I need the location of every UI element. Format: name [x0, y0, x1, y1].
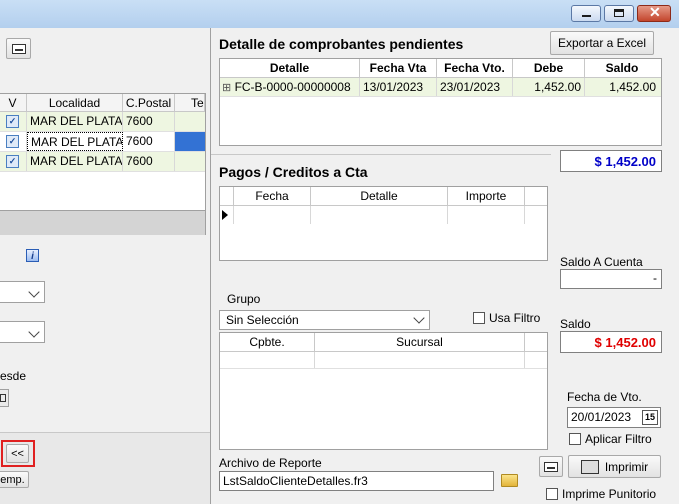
close-icon: ✕ — [649, 4, 661, 20]
chevron-down-icon — [413, 312, 425, 324]
cell-detalle: FC-B-0000-00000008 — [234, 80, 351, 94]
column-header-saldo[interactable]: Saldo — [585, 59, 659, 77]
table-row[interactable]: ⊞ FC-B-0000-00000008 13/01/2023 23/01/20… — [220, 78, 661, 97]
column-header-detalle[interactable]: Detalle — [220, 59, 360, 77]
cell-localidad: MAR DEL PLATA — [27, 152, 123, 171]
cell-cpostal: 7600 — [123, 132, 175, 151]
temp-button[interactable]: emp. — [0, 471, 29, 488]
table-row[interactable]: ✓ MAR DEL PLATA 7600 — [0, 112, 205, 132]
total-pendiente: $ 1,452.00 — [560, 150, 662, 172]
cell-cpostal: 7600 — [123, 112, 175, 131]
aplicar-filtro-checkbox[interactable] — [569, 433, 581, 445]
table-row-selected[interactable]: ✓ MAR DEL PLATA 7600 — [0, 132, 205, 152]
folder-icon[interactable] — [501, 474, 518, 487]
column-header-debe[interactable]: Debe — [513, 59, 585, 77]
payments-grid-header: Fecha Detalle Importe — [220, 187, 547, 206]
column-header-cpbte[interactable]: Cpbte. — [220, 333, 315, 351]
fecha-vto-label: Fecha de Vto. — [567, 390, 642, 404]
column-header-v[interactable]: V — [0, 94, 27, 111]
customers-grid-header: V Localidad C.Postal Te — [0, 94, 205, 112]
right-panel: Detalle de comprobantes pendientes Expor… — [210, 28, 679, 504]
row-indicator-icon — [220, 206, 234, 224]
cell-cpostal: 7600 — [123, 152, 175, 171]
calendar-icon[interactable]: 15 — [642, 410, 658, 425]
chevron-down-icon — [28, 326, 40, 338]
column-header-fecha-vto[interactable]: Fecha Vto. — [437, 59, 513, 77]
horizontal-scrollbar[interactable] — [0, 210, 205, 235]
aplicar-filtro-label: Aplicar Filtro — [585, 432, 652, 446]
grupo-select[interactable]: Sin Selección — [219, 310, 430, 330]
cell-fecha-vto: 23/01/2023 — [437, 78, 513, 96]
saldo-label: Saldo — [560, 317, 591, 331]
usa-filtro-checkbox[interactable] — [473, 312, 485, 324]
date-calendar-button[interactable] — [0, 389, 9, 407]
filter-combo-2[interactable] — [0, 321, 45, 343]
details-grid-header: Detalle Fecha Vta Fecha Vto. Debe Saldo — [220, 59, 661, 78]
payments-grid: Fecha Detalle Importe — [219, 186, 548, 261]
comprobantes-grid-header: Cpbte. Sucursal — [220, 333, 547, 352]
page-title: Detalle de comprobantes pendientes — [219, 36, 464, 52]
payments-title: Pagos / Creditos a Cta — [219, 164, 368, 180]
maximize-button[interactable] — [604, 5, 634, 22]
divider — [211, 154, 551, 155]
filter-combo-1[interactable] — [0, 281, 45, 303]
fecha-vto-value: 20/01/2023 — [571, 410, 632, 424]
fecha-vto-input[interactable]: 20/01/2023 15 — [567, 407, 661, 428]
export-excel-button[interactable]: Exportar a Excel — [550, 31, 654, 55]
imprimir-button[interactable]: Imprimir — [568, 455, 661, 478]
chevron-down-icon — [28, 286, 40, 298]
column-header-fecha[interactable]: Fecha — [234, 187, 311, 205]
minimize-button[interactable] — [571, 5, 601, 22]
desde-label: esde — [0, 369, 27, 383]
cell-debe: 1,452.00 — [513, 78, 585, 96]
usa-filtro-label: Usa Filtro — [489, 311, 541, 325]
table-row[interactable] — [220, 352, 547, 369]
grupo-select-value: Sin Selección — [226, 313, 299, 327]
cell-localidad: MAR DEL PLATA — [27, 132, 123, 151]
card-icon — [12, 44, 26, 54]
card-button[interactable] — [539, 456, 563, 477]
expand-icon[interactable]: ⊞ — [222, 82, 231, 94]
minimize-icon — [582, 15, 591, 17]
cell-localidad: MAR DEL PLATA — [27, 112, 123, 131]
calendar-icon — [0, 394, 6, 402]
comprobantes-grid: Cpbte. Sucursal — [219, 332, 548, 450]
printer-icon — [580, 459, 599, 474]
column-header-importe[interactable]: Importe — [448, 187, 525, 205]
column-header-cpostal[interactable]: C.Postal — [123, 94, 175, 111]
card-button[interactable] — [6, 38, 31, 59]
archivo-reporte-input[interactable]: LstSaldoClienteDetalles.fr3 — [219, 471, 494, 491]
row-checkbox[interactable]: ✓ — [6, 155, 19, 168]
imprime-punitorio-checkbox[interactable] — [546, 488, 558, 500]
column-header-sucursal[interactable]: Sucursal — [315, 333, 525, 351]
card-icon — [544, 462, 558, 472]
column-header-localidad[interactable]: Localidad — [27, 94, 123, 111]
saldo-total: $ 1,452.00 — [560, 331, 662, 353]
cell-fecha-vta: 13/01/2023 — [360, 78, 437, 96]
details-grid: Detalle Fecha Vta Fecha Vto. Debe Saldo … — [219, 58, 662, 146]
info-icon[interactable]: i — [26, 249, 39, 262]
row-checkbox[interactable]: ✓ — [6, 135, 19, 148]
cell-saldo: 1,452.00 — [609, 80, 656, 94]
imprimir-label: Imprimir — [604, 459, 649, 474]
table-row-new[interactable] — [220, 206, 547, 224]
saldo-a-cuenta-label: Saldo A Cuenta — [560, 255, 643, 269]
close-button[interactable]: ✕ — [637, 4, 671, 22]
imprime-punitorio-label: Imprime Punitorio — [562, 487, 657, 501]
left-panel: V Localidad C.Postal Te ✓ MAR DEL PLATA … — [0, 28, 210, 504]
saldo-a-cuenta-field: - — [560, 269, 662, 289]
archivo-reporte-label: Archivo de Reporte — [219, 456, 322, 470]
collapse-button[interactable]: << — [6, 444, 29, 463]
maximize-icon — [614, 9, 624, 17]
grupo-label: Grupo — [227, 292, 261, 306]
column-header-detalle[interactable]: Detalle — [311, 187, 448, 205]
column-header-te[interactable]: Te — [175, 94, 205, 111]
table-row[interactable]: ✓ MAR DEL PLATA 7600 — [0, 152, 205, 172]
customers-grid: V Localidad C.Postal Te ✓ MAR DEL PLATA … — [0, 93, 206, 235]
row-checkbox[interactable]: ✓ — [6, 115, 19, 128]
column-header-fecha-vta[interactable]: Fecha Vta — [360, 59, 437, 77]
